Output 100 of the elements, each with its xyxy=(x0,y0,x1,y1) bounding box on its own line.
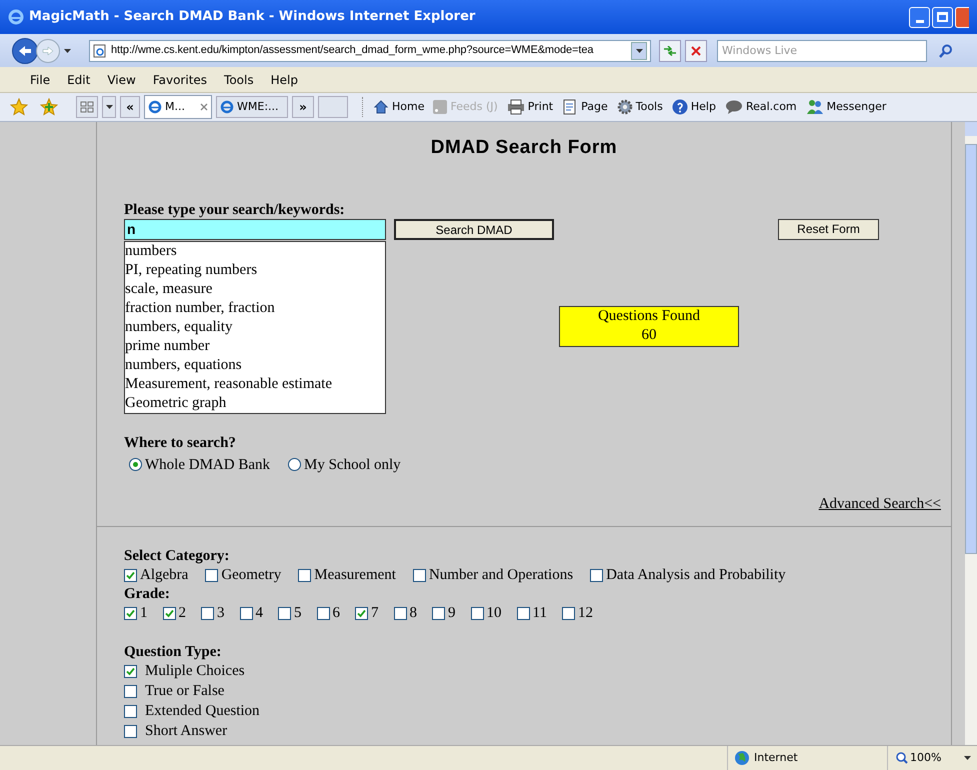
toolbar-button[interactable]: Print xyxy=(506,98,554,116)
suggestion-item[interactable]: Measurement, reasonable estimate xyxy=(125,374,385,394)
suggestion-item[interactable]: numbers, equations xyxy=(125,356,385,374)
menu-item[interactable]: Help xyxy=(270,70,298,88)
browser-tab[interactable]: WME:... xyxy=(216,96,288,118)
keyword-field[interactable]: n xyxy=(124,218,386,240)
radio-label: My School only xyxy=(304,456,401,474)
checkbox[interactable] xyxy=(240,607,252,620)
results-count: 60 xyxy=(642,326,656,345)
checkbox-label: 7 xyxy=(371,604,378,624)
scrollbar[interactable] xyxy=(965,122,977,745)
star-icon[interactable] xyxy=(10,98,28,116)
grid-icon xyxy=(80,101,94,113)
reset-form-button[interactable]: Reset Form xyxy=(778,218,879,240)
checkbox-label: 11 xyxy=(532,604,547,624)
checkbox[interactable] xyxy=(562,607,575,620)
help-icon xyxy=(672,99,688,115)
suggestion-item[interactable]: scale, measure xyxy=(125,280,385,298)
gear-icon xyxy=(616,99,633,115)
tab-list-button[interactable] xyxy=(102,96,116,118)
checkbox-label: 6 xyxy=(332,604,340,624)
checkbox-label: Algebra xyxy=(140,566,188,585)
menu-item[interactable]: Edit xyxy=(67,70,90,88)
toolbar-button[interactable]: Page xyxy=(562,98,608,116)
close-button[interactable] xyxy=(955,6,969,28)
checkbox[interactable] xyxy=(432,607,445,620)
checkbox[interactable] xyxy=(124,607,137,620)
suggestion-item[interactable]: PI, repeating numbers xyxy=(125,260,385,280)
checkbox-label: 8 xyxy=(410,604,417,624)
close-icon[interactable] xyxy=(200,103,208,111)
refresh-button[interactable] xyxy=(659,40,681,62)
radio-button[interactable] xyxy=(129,458,142,472)
minimize-button[interactable] xyxy=(909,6,930,28)
search-icon xyxy=(939,44,953,58)
checkbox[interactable] xyxy=(470,607,484,620)
tab-overflow-button[interactable]: » xyxy=(292,96,314,118)
dropdown-button[interactable] xyxy=(631,42,647,60)
tab-scroll-button[interactable]: « xyxy=(120,96,140,118)
checkbox-label: 10 xyxy=(486,604,502,624)
checkbox-label: 1 xyxy=(140,604,148,624)
people-icon xyxy=(806,99,824,115)
checkbox-label: 12 xyxy=(578,604,593,624)
checkbox[interactable] xyxy=(124,725,137,738)
stop-button[interactable] xyxy=(685,40,707,62)
zoom-icon xyxy=(896,752,908,764)
checkbox[interactable] xyxy=(412,568,426,582)
house-icon xyxy=(373,99,389,115)
radio-button[interactable] xyxy=(288,458,301,472)
checkbox-label: 5 xyxy=(294,604,302,624)
advanced-search-link[interactable]: Advanced Search<< xyxy=(818,493,941,516)
search-label: Please type your search/keywords: xyxy=(124,200,346,218)
suggestion-item[interactable]: prime number xyxy=(125,336,385,356)
menu-item[interactable]: File xyxy=(30,70,50,88)
toolbar-button[interactable]: Tools xyxy=(616,98,663,116)
search-field[interactable]: Windows Live xyxy=(717,40,927,62)
toolbar-button[interactable]: Help xyxy=(672,98,716,116)
checkbox-label: 2 xyxy=(178,604,186,624)
toolbar-button[interactable]: Real.com xyxy=(724,98,797,116)
zoom-level: 100% xyxy=(910,750,942,766)
grade-label: Grade: xyxy=(124,584,171,604)
toolbar-button[interactable]: Home xyxy=(373,98,424,116)
checkbox-label: 4 xyxy=(256,604,263,624)
caret-icon xyxy=(106,105,112,109)
checkbox[interactable] xyxy=(516,607,530,620)
checkbox[interactable] xyxy=(298,568,312,582)
checkbox[interactable] xyxy=(590,568,604,582)
search-dmad-button[interactable]: Search DMAD xyxy=(394,218,554,240)
checkbox[interactable] xyxy=(316,607,330,620)
checkbox[interactable] xyxy=(124,705,137,718)
checkbox[interactable] xyxy=(201,607,214,620)
zone-label: Internet xyxy=(754,750,798,766)
maximize-button[interactable] xyxy=(932,6,953,28)
stop-icon xyxy=(691,46,701,56)
checkbox[interactable] xyxy=(124,665,137,678)
menu-item[interactable]: Tools xyxy=(224,70,254,88)
browser-icon xyxy=(8,9,24,25)
checkbox[interactable] xyxy=(205,568,218,582)
menu-item[interactable]: Favorites xyxy=(152,70,208,88)
back-button[interactable] xyxy=(12,38,38,64)
quick-tabs-button[interactable] xyxy=(76,96,98,118)
suggestion-item[interactable]: numbers xyxy=(125,242,385,260)
menu-item[interactable]: View xyxy=(107,70,136,88)
checkbox[interactable] xyxy=(394,607,406,620)
browser-tab[interactable]: M... xyxy=(144,95,212,119)
globe-icon xyxy=(734,750,750,766)
checkbox[interactable] xyxy=(355,607,368,620)
suggestion-item[interactable]: numbers, equality xyxy=(125,318,385,336)
checkbox[interactable] xyxy=(278,607,291,620)
toolbar-button[interactable]: Messenger xyxy=(806,98,886,116)
suggestion-item[interactable]: fraction number, fraction xyxy=(125,298,385,318)
checkbox[interactable] xyxy=(124,685,137,698)
add-favorite-icon[interactable] xyxy=(40,98,58,116)
address-field[interactable]: http://wme.cs.kent.edu/kimpton/assessment/search_dmad_form_wme.php?source=WME&mode=tea xyxy=(89,40,651,62)
caret-icon xyxy=(636,48,642,52)
printer-icon xyxy=(506,99,525,115)
checkbox[interactable] xyxy=(162,607,176,620)
suggestion-item[interactable]: Geometric graph xyxy=(125,394,385,412)
checkbox[interactable] xyxy=(124,568,137,582)
page-icon xyxy=(93,44,107,58)
radio-label: Whole DMAD Bank xyxy=(145,456,270,474)
